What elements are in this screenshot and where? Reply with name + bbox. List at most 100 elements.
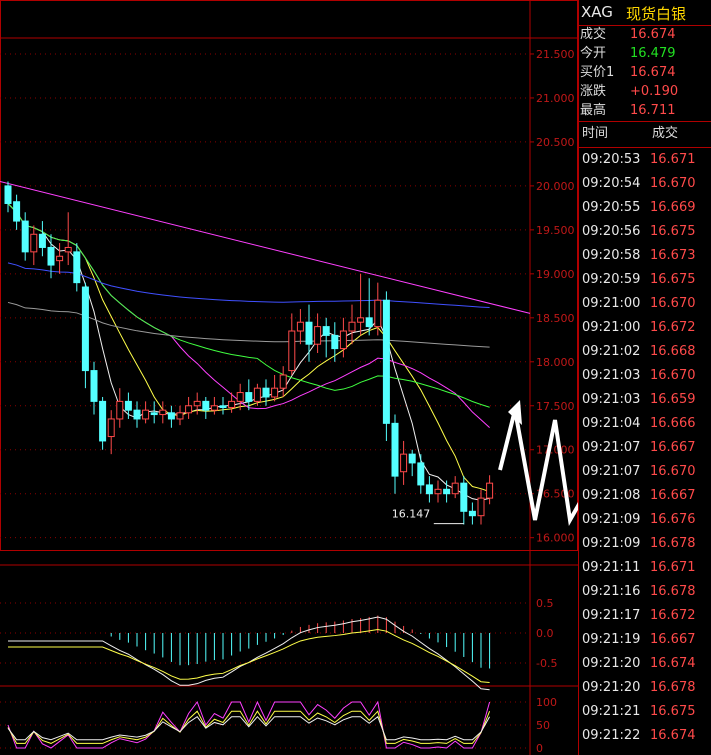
tick-row: 09:21:07 16.670 (578, 460, 711, 484)
candle-body (133, 409, 141, 420)
kdj-line (7, 715, 491, 741)
tick-price: 16.675 (650, 704, 696, 719)
tick-row: 09:21:20 16.674 (578, 652, 711, 676)
candle-body (434, 488, 442, 495)
candle-body (348, 321, 356, 332)
candle-body (486, 482, 494, 499)
candle-body (210, 405, 218, 411)
candle-body (400, 453, 408, 473)
tick-row: 09:21:02 16.668 (578, 340, 711, 364)
tick-time: 09:20:59 (582, 272, 641, 287)
price-tick-label: 21.000 (536, 92, 575, 105)
price-pane-frame (0, 0, 578, 551)
quote-label: 成交 (580, 27, 607, 42)
tick-time: 09:21:03 (582, 368, 641, 383)
symbol-code: XAG (581, 3, 613, 21)
tick-price: 16.673 (650, 248, 696, 263)
candle-body (305, 321, 313, 345)
tick-row: 09:20:55 16.669 (578, 196, 711, 220)
tick-price: 16.672 (650, 320, 696, 335)
candle-body (322, 326, 330, 336)
tick-price: 16.667 (650, 488, 696, 503)
tick-time: 09:21:04 (582, 416, 641, 431)
tick-row: 09:21:03 16.659 (578, 388, 711, 412)
indicator-tick-label: 0.0 (536, 627, 554, 640)
symbol-header: XAG 现货白银 (578, 0, 711, 26)
candle-body (30, 233, 38, 253)
tick-price: 16.674 (650, 728, 696, 743)
tick-time: 09:20:53 (582, 152, 641, 167)
ticks-header: 时间 成交 (578, 121, 711, 148)
quote-row: 成交 16.674 (578, 25, 711, 44)
candle-body (460, 482, 468, 512)
tick-price: 16.678 (650, 680, 696, 695)
candle-body (64, 246, 72, 253)
quote-row: 今开 16.479 (578, 44, 711, 63)
tick-time: 09:21:21 (582, 704, 641, 719)
quote-row: 买价1 16.674 (578, 63, 711, 82)
quote-panel: XAG 现货白银 成交 16.674 今开 16.479 买价1 16.674 涨跌 +0.1… (578, 0, 711, 755)
tick-row: 09:20:58 16.673 (578, 244, 711, 268)
indicator-tick-label: 50 (536, 719, 550, 732)
tick-time: 09:20:55 (582, 200, 641, 215)
tick-price: 16.678 (650, 536, 696, 551)
tick-price: 16.670 (650, 296, 696, 311)
tick-row: 09:21:04 16.666 (578, 412, 711, 436)
tick-time: 09:21:09 (582, 512, 641, 527)
tick-time: 09:20:54 (582, 176, 641, 191)
candle-body (365, 317, 373, 328)
tick-row: 09:21:00 16.672 (578, 316, 711, 340)
ticks-header-price: 成交 (652, 126, 679, 141)
tick-time: 09:21:00 (582, 296, 641, 311)
moving-average-line (7, 203, 490, 493)
tick-row: 09:21:00 16.670 (578, 292, 711, 316)
tick-price: 16.672 (650, 608, 696, 623)
tick-price: 16.676 (650, 512, 696, 527)
candle-body (193, 400, 201, 407)
candle-body (288, 330, 296, 372)
candle-body (477, 497, 485, 517)
moving-average-line (7, 203, 490, 408)
moving-average-line (7, 203, 490, 501)
price-tick-label: 18.000 (536, 356, 575, 369)
candle-body (271, 387, 279, 398)
tick-time: 09:21:22 (582, 728, 641, 743)
price-tick-label: 18.500 (536, 312, 575, 325)
moving-average-line (7, 301, 490, 348)
candle-body (245, 392, 253, 402)
candle-body (408, 453, 416, 464)
tick-time: 09:21:16 (582, 584, 641, 599)
candle-body (167, 412, 175, 420)
candle-body (159, 409, 167, 416)
quote-row: 涨跌 +0.190 (578, 82, 711, 101)
tick-row: 09:20:56 16.675 (578, 220, 711, 244)
indicator-tick-label: 100 (536, 696, 557, 709)
kline-chart[interactable]: 21.500 21.000 20.500 20.000 19.500 19.000 18.5… (0, 0, 578, 755)
tick-price: 16.675 (650, 224, 696, 239)
candle-body (150, 412, 158, 416)
tick-time: 09:21:07 (582, 464, 641, 479)
candle-body (228, 400, 236, 409)
tick-price: 16.670 (650, 368, 696, 383)
indicator-tick-label: 0 (536, 742, 543, 755)
quote-value: +0.190 (630, 84, 679, 99)
candle-body (253, 387, 261, 402)
quote-label: 最高 (580, 103, 607, 118)
tick-row: 09:21:19 16.667 (578, 628, 711, 652)
tick-price: 16.675 (650, 272, 696, 287)
tick-time: 09:21:20 (582, 656, 641, 671)
candle-body (374, 299, 382, 328)
candle-body (296, 321, 304, 332)
candle-body (339, 330, 347, 350)
price-tick-label: 19.000 (536, 268, 575, 281)
candle-body (47, 246, 55, 266)
candle-body (73, 251, 81, 284)
tick-price: 16.671 (650, 560, 696, 575)
price-tick-label: 20.000 (536, 180, 575, 193)
symbol-name: 现货白银 (626, 5, 687, 23)
tick-row: 09:21:21 16.675 (578, 700, 711, 724)
quote-value: 16.711 (630, 103, 676, 118)
ticks-header-time: 时间 (582, 126, 609, 141)
tick-time: 09:21:20 (582, 680, 641, 695)
tick-time: 09:21:02 (582, 344, 641, 359)
